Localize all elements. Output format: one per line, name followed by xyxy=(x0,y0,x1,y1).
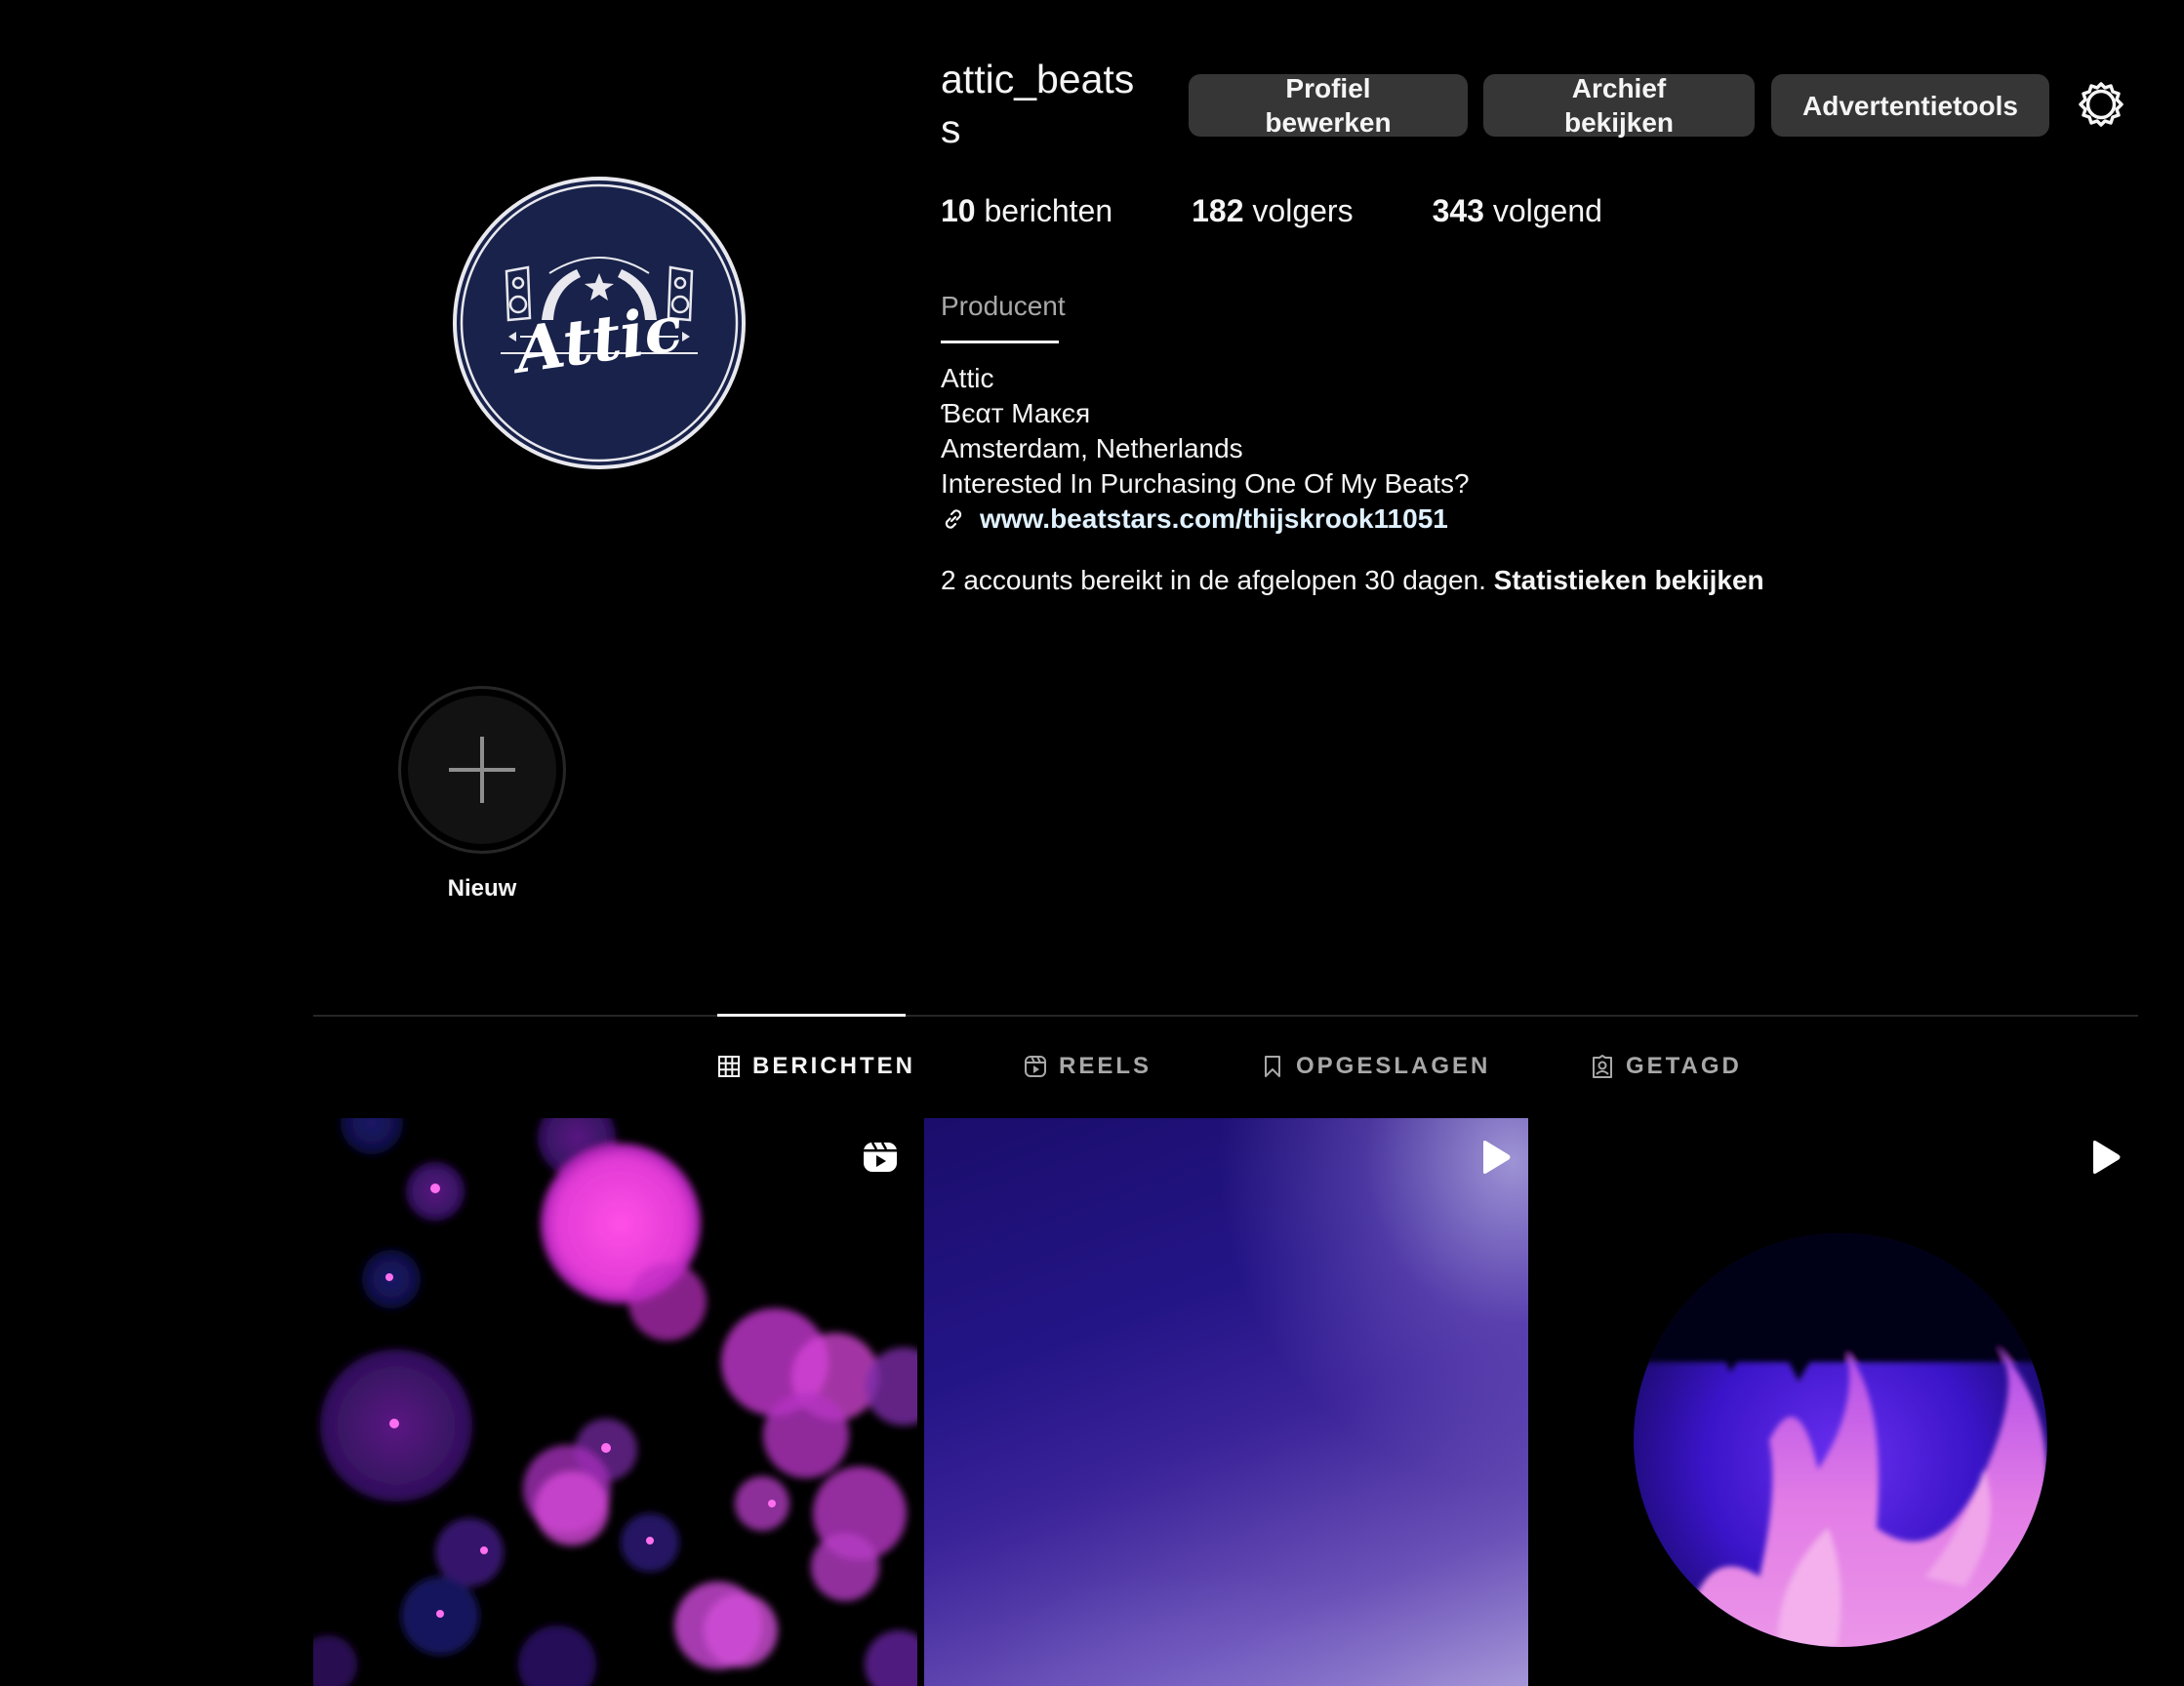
view-archive-label-line2: bekijken xyxy=(1563,107,1675,138)
new-highlight-label: Nieuw xyxy=(447,875,517,902)
reels-icon xyxy=(864,1142,897,1172)
post-image-haze xyxy=(963,1569,1451,1686)
active-tab-indicator xyxy=(717,1014,906,1017)
profile-stats: 10 berichten 182 volgers 343 volgend xyxy=(941,191,1681,230)
view-archive-label-line1: Archief xyxy=(1571,73,1667,103)
profile-page: Attic attic_beats​s Profiel bewerken Arc… xyxy=(0,0,2184,1686)
bio-line: Ɓєαт Макєя xyxy=(941,398,1091,428)
tagged-icon xyxy=(1593,1055,1612,1078)
tab-tagged[interactable]: GETAGD xyxy=(1591,1049,1742,1084)
link-icon xyxy=(945,509,962,529)
profile-username: attic_beats​s xyxy=(941,57,1135,151)
post-image xyxy=(1634,1233,2047,1647)
bio-divider xyxy=(941,341,1059,343)
posts-count: 10 xyxy=(941,193,976,228)
reach-summary: 2 accounts bereikt in de afgelopen 30 da… xyxy=(941,563,1764,598)
followers-label: volgers xyxy=(1252,193,1354,228)
followers-stat[interactable]: 182 volgers xyxy=(1192,191,1353,230)
highlight-circle xyxy=(398,686,566,854)
avatar[interactable]: Attic xyxy=(452,176,747,470)
followers-count: 182 xyxy=(1192,193,1244,228)
ad-tools-button[interactable]: Advertentietools xyxy=(1771,74,2049,137)
tab-saved[interactable]: OPGESLAGEN xyxy=(1261,1049,1490,1084)
view-archive-button[interactable]: Archief bekijken xyxy=(1483,73,1755,138)
ad-tools-label: Advertentietools xyxy=(1802,90,2018,121)
posts-label: berichten xyxy=(984,193,1113,228)
post-image xyxy=(313,1118,917,1686)
bio-link-text: www.beatstars.com/thijskrook11051 xyxy=(980,503,1448,534)
attic-logo-icon: Attic xyxy=(453,177,746,469)
view-insights-link[interactable]: Statistieken bekijken xyxy=(1494,565,1764,595)
tab-reels-label: REELS xyxy=(1059,1053,1153,1079)
new-highlight-button[interactable]: Nieuw xyxy=(398,686,566,903)
profile-bio: Attic Ɓєαт Макєя Amsterdam, Netherlands … xyxy=(941,361,1470,537)
post-thumbnail[interactable] xyxy=(313,1118,917,1686)
tab-reels[interactable]: REELS xyxy=(1024,1049,1152,1084)
posts-count-stat: 10 berichten xyxy=(941,191,1112,230)
bio-line: Interested In Purchasing One Of My Beats… xyxy=(941,468,1470,499)
bio-line: Amsterdam, Netherlands xyxy=(941,433,1243,463)
bio-line: Attic xyxy=(941,363,994,393)
tab-tagged-label: GETAGD xyxy=(1626,1053,1742,1079)
edit-profile-button[interactable]: Profiel bewerken xyxy=(1189,73,1468,138)
bookmark-icon xyxy=(1265,1056,1280,1077)
tab-posts-label: BERICHTEN xyxy=(752,1053,916,1079)
grid-icon xyxy=(718,1056,740,1077)
tabs-divider xyxy=(313,1015,2138,1017)
reels-icon xyxy=(1025,1056,1046,1077)
following-stat[interactable]: 343 volgend xyxy=(1433,191,1602,230)
edit-profile-label-line2: bewerken xyxy=(1265,107,1392,138)
tab-posts[interactable]: BERICHTEN xyxy=(717,1049,915,1084)
play-icon xyxy=(1483,1141,1511,1174)
play-icon xyxy=(2093,1141,2121,1174)
reach-text: 2 accounts bereikt in de afgelopen 30 da… xyxy=(941,565,1486,595)
profile-category: Producent xyxy=(941,291,1066,321)
following-count: 343 xyxy=(1432,193,1484,228)
bio-link[interactable]: www.beatstars.com/thijskrook11051 xyxy=(941,502,1470,537)
post-thumbnail[interactable] xyxy=(1535,1118,2138,1686)
plus-icon xyxy=(449,737,515,803)
gear-icon[interactable] xyxy=(2077,80,2125,129)
edit-profile-label-line1: Profiel xyxy=(1285,73,1371,103)
following-label: volgend xyxy=(1492,193,1602,228)
tab-saved-label: OPGESLAGEN xyxy=(1296,1053,1491,1079)
post-thumbnail[interactable] xyxy=(924,1118,1528,1686)
